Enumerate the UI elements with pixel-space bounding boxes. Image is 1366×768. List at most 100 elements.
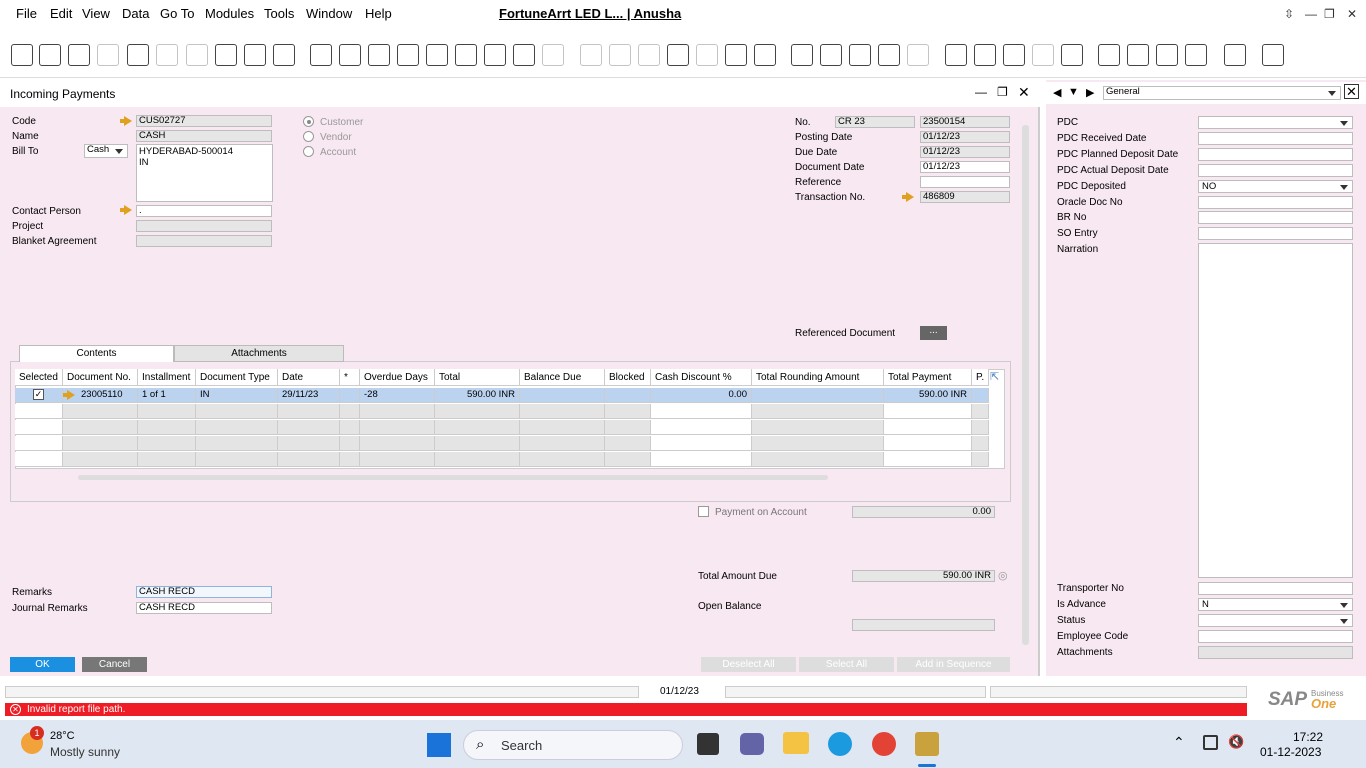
expand-icon[interactable]: ⇱ bbox=[990, 370, 999, 383]
empty-cell[interactable] bbox=[138, 436, 196, 451]
side-field-input[interactable] bbox=[1198, 164, 1353, 177]
row-total-payment[interactable]: 590.00 INR bbox=[884, 388, 972, 403]
menu-view[interactable]: View bbox=[82, 6, 110, 21]
empty-cell[interactable] bbox=[278, 452, 340, 467]
inbox-icon[interactable] bbox=[974, 44, 996, 66]
empty-cell[interactable] bbox=[63, 436, 138, 451]
restore-icon[interactable]: ⇳ bbox=[1284, 7, 1294, 21]
base-document-icon[interactable] bbox=[580, 44, 602, 66]
edge-icon[interactable] bbox=[828, 732, 852, 756]
close-panel-icon[interactable]: ✕ bbox=[1344, 84, 1359, 99]
journal-remarks-field[interactable]: CASH RECD bbox=[136, 602, 272, 614]
open-balance-field[interactable] bbox=[852, 619, 995, 631]
payment-on-account-field[interactable]: 0.00 bbox=[852, 506, 995, 518]
add-icon[interactable] bbox=[339, 44, 361, 66]
row-selected-checkbox[interactable]: ✓ bbox=[15, 388, 63, 403]
empty-cell[interactable] bbox=[520, 420, 605, 435]
empty-cell[interactable] bbox=[340, 436, 360, 451]
menu-modules[interactable]: Modules bbox=[205, 6, 254, 21]
col-star[interactable]: * bbox=[340, 369, 360, 386]
row-doc-no[interactable]: 23005110 bbox=[63, 388, 138, 403]
code-field[interactable]: CUS02727 bbox=[136, 115, 272, 127]
empty-cell[interactable] bbox=[752, 452, 884, 467]
empty-cell[interactable] bbox=[196, 436, 278, 451]
chat-icon[interactable] bbox=[907, 44, 929, 66]
empty-cell[interactable] bbox=[138, 452, 196, 467]
menu-help[interactable]: Help bbox=[365, 6, 392, 21]
empty-cell[interactable] bbox=[278, 436, 340, 451]
volume-mute-icon[interactable]: 🔇 bbox=[1228, 734, 1244, 750]
col-selected[interactable]: Selected bbox=[15, 369, 63, 386]
query-icon[interactable] bbox=[849, 44, 871, 66]
col-document-no[interactable]: Document No. bbox=[63, 369, 138, 386]
side-field-input[interactable] bbox=[1198, 614, 1353, 627]
filter-icon[interactable] bbox=[513, 44, 535, 66]
customer-radio[interactable] bbox=[303, 116, 314, 127]
payment-on-account-checkbox[interactable] bbox=[698, 506, 709, 517]
empty-cell[interactable] bbox=[605, 436, 651, 451]
first-record-icon[interactable] bbox=[368, 44, 390, 66]
reference-field[interactable] bbox=[920, 176, 1010, 188]
empty-cell[interactable] bbox=[196, 452, 278, 467]
empty-cell[interactable] bbox=[651, 420, 752, 435]
alert-icon[interactable] bbox=[945, 44, 967, 66]
empty-cell[interactable] bbox=[520, 404, 605, 419]
empty-cell[interactable] bbox=[63, 420, 138, 435]
tab-attachments[interactable]: Attachments bbox=[174, 345, 344, 362]
excel-icon[interactable] bbox=[156, 44, 178, 66]
import-icon[interactable] bbox=[1127, 44, 1149, 66]
empty-cell[interactable] bbox=[605, 404, 651, 419]
empty-cell[interactable] bbox=[884, 404, 972, 419]
col-cash-discount[interactable]: Cash Discount % bbox=[651, 369, 752, 386]
select-all-button[interactable]: Select All bbox=[799, 657, 894, 672]
billto-address[interactable]: HYDERABAD-500014 IN bbox=[136, 144, 273, 202]
col-installment[interactable]: Installment bbox=[138, 369, 196, 386]
dropdown-icon[interactable]: ▼ bbox=[1068, 86, 1079, 98]
side-field-input[interactable] bbox=[1198, 646, 1353, 659]
empty-cell[interactable] bbox=[435, 404, 520, 419]
minimize-icon[interactable]: — bbox=[975, 85, 987, 99]
side-field-input[interactable] bbox=[1198, 196, 1353, 209]
refresh-icon[interactable] bbox=[484, 44, 506, 66]
empty-cell[interactable] bbox=[360, 452, 435, 467]
sms-icon[interactable] bbox=[97, 44, 119, 66]
windows-start-icon[interactable] bbox=[427, 733, 451, 757]
help-icon[interactable] bbox=[1262, 44, 1284, 66]
empty-cell[interactable] bbox=[972, 420, 989, 435]
word-icon[interactable] bbox=[186, 44, 208, 66]
close-icon[interactable]: ✕ bbox=[1347, 7, 1357, 21]
sap-business-one-icon[interactable] bbox=[915, 732, 939, 756]
teams-icon[interactable] bbox=[740, 733, 764, 755]
export-icon[interactable] bbox=[1098, 44, 1120, 66]
empty-cell[interactable] bbox=[520, 436, 605, 451]
find-icon[interactable] bbox=[310, 44, 332, 66]
side-field-input[interactable]: N bbox=[1198, 598, 1353, 611]
prev-icon[interactable]: ◀ bbox=[1053, 86, 1061, 99]
empty-cell[interactable] bbox=[435, 436, 520, 451]
menu-edit[interactable]: Edit bbox=[50, 6, 72, 21]
empty-cell[interactable] bbox=[752, 436, 884, 451]
empty-cell[interactable] bbox=[340, 452, 360, 467]
side-field-input[interactable] bbox=[1198, 148, 1353, 161]
empty-cell[interactable] bbox=[605, 452, 651, 467]
add-in-sequence-button[interactable]: Add in Sequence bbox=[897, 657, 1010, 672]
network-icon[interactable] bbox=[1203, 735, 1218, 750]
empty-cell[interactable] bbox=[15, 436, 63, 451]
empty-cell[interactable] bbox=[278, 420, 340, 435]
transaction-field[interactable]: 486809 bbox=[920, 191, 1010, 203]
menu-file[interactable]: File bbox=[16, 6, 37, 21]
side-field-input[interactable] bbox=[1198, 132, 1353, 145]
taskbar-search[interactable]: ⌕ Search bbox=[463, 730, 683, 760]
deselect-all-button[interactable]: Deselect All bbox=[701, 657, 796, 672]
empty-cell[interactable] bbox=[15, 404, 63, 419]
document-date-field[interactable]: 01/12/23 bbox=[920, 161, 1010, 173]
target-document-icon[interactable] bbox=[609, 44, 631, 66]
posting-date-field[interactable]: 01/12/23 bbox=[920, 131, 1010, 143]
calculator-icon[interactable]: ◎ bbox=[998, 569, 1008, 582]
empty-cell[interactable] bbox=[752, 404, 884, 419]
empty-cell[interactable] bbox=[360, 420, 435, 435]
empty-cell[interactable] bbox=[972, 452, 989, 467]
col-overdue-days[interactable]: Overdue Days bbox=[360, 369, 435, 386]
menu-window[interactable]: Window bbox=[306, 6, 352, 21]
col-blocked[interactable]: Blocked bbox=[605, 369, 651, 386]
